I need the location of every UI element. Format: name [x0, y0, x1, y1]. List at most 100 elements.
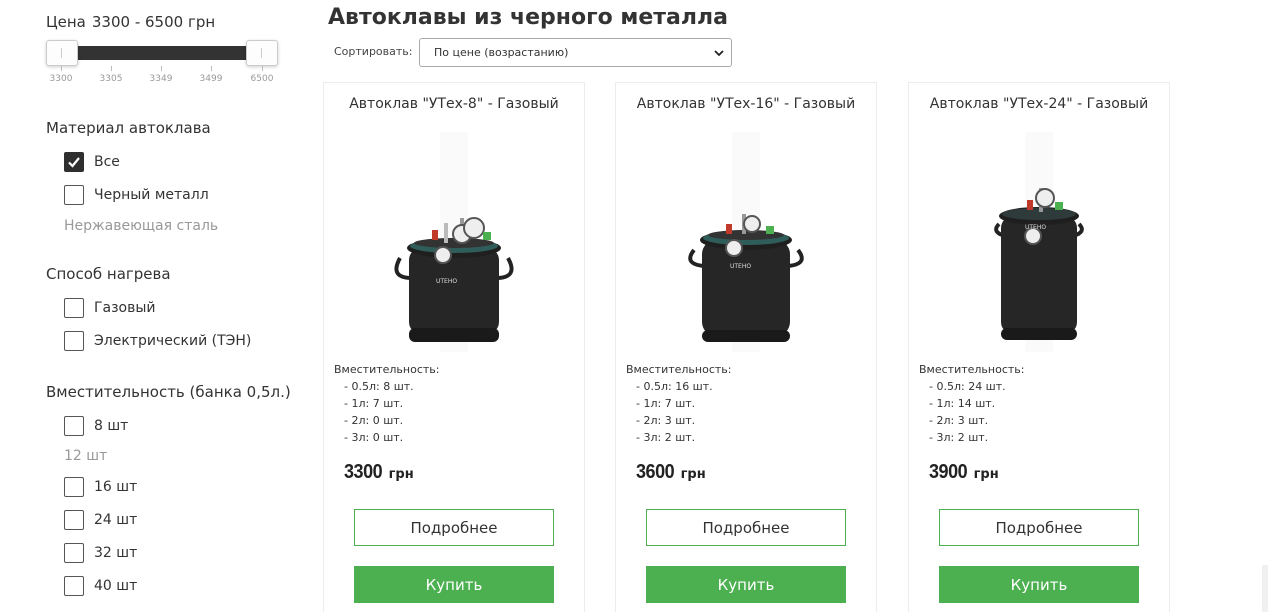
spec-row: - 2л: 0 шт. — [344, 414, 404, 427]
autoclave-large-icon: UTEHO — [994, 132, 1084, 352]
specs-title: Вместительность: — [334, 363, 440, 376]
price-range-text: 3300 - 6500 грн — [91, 13, 216, 31]
buy-button[interactable]: Купить — [939, 566, 1139, 603]
price-slider-range-fill — [62, 46, 262, 60]
spec-row: - 2л: 3 шт. — [929, 414, 989, 427]
buy-button[interactable]: Купить — [646, 566, 846, 603]
product-card: Автоклав "УТех-8" - Газовый UTEHO Вмести… — [323, 82, 585, 612]
check-icon — [68, 157, 80, 168]
sort-label: Сортировать: — [334, 45, 413, 58]
option-label: Нержавеющая сталь — [64, 218, 219, 234]
spec-row: - 0.5л: 8 шт. — [344, 380, 414, 393]
price-value: 3300 — [344, 461, 383, 483]
checkbox[interactable] — [64, 477, 84, 497]
heating-filter-title: Способ нагрева — [46, 265, 171, 283]
option-label: Черный металл — [94, 187, 209, 203]
capacity-option-24[interactable]: 24 шт — [64, 510, 137, 530]
price-tick-label: 3305 — [91, 66, 131, 84]
spec-row: - 3л: 2 шт. — [929, 431, 989, 444]
option-label: Газовый — [94, 300, 156, 316]
price-filter-title: Цена 3300 - 6500 грн — [46, 13, 215, 31]
price-slider-min-handle[interactable] — [46, 40, 78, 66]
product-card: Автоклав "УТех-24" - Газовый UTEHO Вмест… — [908, 82, 1170, 612]
checkbox[interactable] — [64, 185, 84, 205]
price-slider[interactable] — [46, 38, 278, 68]
price-tick-label: 3499 — [191, 66, 231, 84]
details-button[interactable]: Подробнее — [939, 509, 1139, 546]
page-edge-scrollbar[interactable] — [1262, 565, 1268, 612]
details-button[interactable]: Подробнее — [646, 509, 846, 546]
price-slider-max-handle[interactable] — [246, 40, 278, 66]
capacity-option-32[interactable]: 32 шт — [64, 543, 137, 563]
capacity-option-40[interactable]: 40 шт — [64, 576, 137, 596]
checkbox[interactable] — [64, 576, 84, 596]
material-option-stainless-disabled: Нержавеющая сталь — [64, 216, 218, 236]
checkbox-checked[interactable] — [64, 152, 84, 172]
heating-option-electric[interactable]: Электрический (ТЭН) — [64, 331, 251, 351]
autoclave-small-icon: UTEHO — [394, 132, 514, 352]
product-price: 3600 грн — [636, 461, 706, 484]
product-title[interactable]: Автоклав "УТех-16" - Газовый — [616, 96, 876, 112]
price-tick-label: 3349 — [141, 66, 181, 84]
checkbox[interactable] — [64, 416, 84, 436]
specs-title: Вместительность: — [626, 363, 732, 376]
buy-button[interactable]: Купить — [354, 566, 554, 603]
specs-title: Вместительность: — [919, 363, 1025, 376]
product-title[interactable]: Автоклав "УТех-8" - Газовый — [324, 96, 584, 112]
option-label: 8 шт — [94, 418, 129, 434]
product-specs: Вместительность: - 0.5л: 16 шт. - 1л: 7 … — [626, 361, 731, 446]
option-label: Электрический (ТЭН) — [94, 333, 252, 349]
checkbox[interactable] — [64, 331, 84, 351]
price-tick-label: 6500 — [242, 66, 282, 84]
price-currency: грн — [680, 467, 706, 482]
product-specs: Вместительность: - 0.5л: 8 шт. - 1л: 7 ш… — [334, 361, 439, 446]
product-brand-logo: UTEHO — [730, 263, 751, 270]
product-specs: Вместительность: - 0.5л: 24 шт. - 1л: 14… — [919, 361, 1024, 446]
material-option-all[interactable]: Все — [64, 152, 120, 172]
spec-row: - 0.5л: 16 шт. — [636, 380, 713, 393]
option-label: 24 шт — [94, 512, 138, 528]
price-slider-scale: 3300 3305 3349 3499 6500 — [46, 66, 278, 92]
price-currency: грн — [973, 467, 999, 482]
material-filter-title: Материал автоклава — [46, 119, 211, 137]
material-option-black-metal[interactable]: Черный металл — [64, 185, 209, 205]
price-value: 3900 — [929, 461, 968, 483]
price-tick-label: 3300 — [41, 66, 81, 84]
checkbox[interactable] — [64, 298, 84, 318]
option-label: 40 шт — [94, 578, 138, 594]
product-price: 3900 грн — [929, 461, 999, 484]
spec-row: - 3л: 2 шт. — [636, 431, 696, 444]
autoclave-product-image[interactable]: UTEHO — [939, 128, 1139, 358]
heating-option-gas[interactable]: Газовый — [64, 298, 156, 318]
price-value: 3600 — [636, 461, 675, 483]
option-label: 12 шт — [64, 448, 108, 464]
checkbox[interactable] — [64, 543, 84, 563]
product-brand-logo: UTEHO — [1025, 224, 1046, 231]
capacity-option-8[interactable]: 8 шт — [64, 416, 128, 436]
capacity-option-16[interactable]: 16 шт — [64, 477, 137, 497]
checkbox[interactable] — [64, 510, 84, 530]
price-filter-label: Цена — [46, 13, 86, 31]
spec-row: - 0.5л: 24 шт. — [929, 380, 1006, 393]
spec-row: - 3л: 0 шт. — [344, 431, 404, 444]
price-currency: грн — [388, 467, 414, 482]
sort-selected-value: По цене (возрастанию) — [434, 46, 569, 59]
option-label: 32 шт — [94, 545, 138, 561]
capacity-filter-title: Вместительность (банка 0,5л.) — [46, 383, 291, 401]
autoclave-medium-icon: UTEHO — [688, 132, 804, 352]
option-label: 16 шт — [94, 479, 138, 495]
autoclave-product-image[interactable]: UTEHO — [354, 128, 554, 358]
filter-sidebar: Цена 3300 - 6500 грн 3300 3305 3349 3499 … — [0, 0, 300, 612]
page-title: Автоклавы из черного металла — [328, 5, 728, 30]
option-label: Все — [94, 154, 120, 170]
spec-row: - 1л: 7 шт. — [344, 397, 404, 410]
product-card: Автоклав "УТех-16" - Газовый UTEHO Вмест… — [615, 82, 877, 612]
details-button[interactable]: Подробнее — [354, 509, 554, 546]
capacity-option-12-disabled: 12 шт — [64, 446, 107, 466]
spec-row: - 1л: 7 шт. — [636, 397, 696, 410]
product-price: 3300 грн — [344, 461, 414, 484]
product-title[interactable]: Автоклав "УТех-24" - Газовый — [909, 96, 1169, 112]
spec-row: - 2л: 3 шт. — [636, 414, 696, 427]
sort-select[interactable]: По цене (возрастанию) — [419, 38, 732, 67]
autoclave-product-image[interactable]: UTEHO — [646, 128, 846, 358]
